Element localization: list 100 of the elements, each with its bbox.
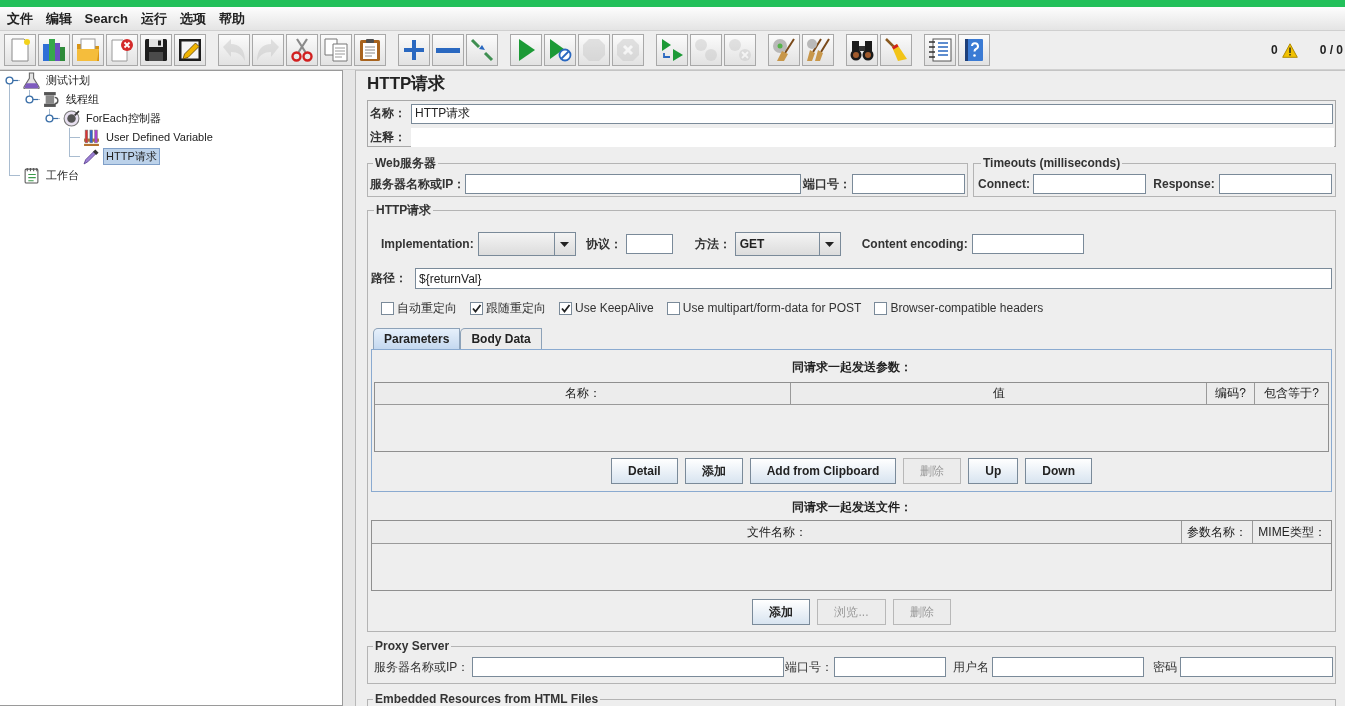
menu-item[interactable]: 选项 <box>173 8 213 29</box>
toolbar-button[interactable] <box>924 34 956 66</box>
toolbar-button[interactable] <box>802 34 834 66</box>
tree-node[interactable]: 工作台 <box>43 167 82 184</box>
connect-field[interactable] <box>1033 174 1147 194</box>
action-button[interactable]: Up <box>968 458 1019 484</box>
brooms-icon <box>806 38 830 62</box>
path-field[interactable]: ${returnVal} <box>415 268 1332 289</box>
page-icon <box>8 38 32 62</box>
response-field[interactable] <box>1218 174 1332 194</box>
caret-icon <box>825 241 835 247</box>
circles-icon <box>694 38 718 62</box>
field-label: 注释： <box>370 129 407 146</box>
dropper-icon <box>83 148 100 165</box>
panel-title: HTTP请求 <box>367 73 447 95</box>
protocol-field[interactable] <box>625 234 673 254</box>
tree-node[interactable]: 线程组 <box>63 91 102 108</box>
encoding-field[interactable] <box>971 234 1084 254</box>
field-label: Response: <box>1153 177 1215 191</box>
column-header: 编码? <box>1207 383 1255 405</box>
page-close-icon <box>110 38 134 62</box>
checkbox[interactable] <box>470 301 483 315</box>
toolbar-button[interactable] <box>354 34 386 66</box>
clipboard-icon <box>358 38 382 62</box>
caret-icon <box>560 241 570 247</box>
disc-icon <box>63 110 80 127</box>
method-dropdown[interactable]: GET <box>734 232 841 256</box>
notepad-pencil-icon <box>178 38 202 62</box>
scissors-icon <box>290 38 314 62</box>
action-button[interactable]: 添加 <box>684 458 743 484</box>
binoculars-icon <box>850 38 874 62</box>
menu-item[interactable]: 编辑 <box>39 8 78 29</box>
toolbar-button[interactable] <box>846 34 878 66</box>
checkbox-label: Use KeepAlive <box>575 301 654 315</box>
tree-node[interactable]: HTTP请求 <box>103 148 160 165</box>
proxy-field[interactable] <box>472 657 784 677</box>
menu-item[interactable]: 文件 <box>0 8 39 29</box>
action-button[interactable]: Add from Clipboard <box>749 458 897 484</box>
name-field[interactable]: HTTP请求 <box>411 103 1333 124</box>
column-header: 名称： <box>375 383 791 405</box>
field-label: 方法： <box>694 235 731 253</box>
action-button[interactable]: 添加 <box>752 599 811 625</box>
field-label: 密码 <box>1153 658 1177 676</box>
menu-item[interactable]: 帮助 <box>212 8 252 29</box>
disc-broom-icon <box>772 38 796 62</box>
tree-node[interactable]: ForEach控制器 <box>83 110 164 127</box>
group-title: Web服务器 <box>374 156 438 170</box>
field-label: 名称： <box>370 105 407 122</box>
proxy-field[interactable] <box>992 657 1144 677</box>
table-caption: 同请求一起发送文件： <box>790 499 913 515</box>
circles-x-icon <box>728 38 752 62</box>
redo-icon <box>256 38 280 62</box>
group-title: HTTP请求 <box>375 203 433 217</box>
checkbox[interactable] <box>666 301 680 315</box>
droppers-icon <box>470 38 494 62</box>
field-label: 服务器名称或IP： <box>374 658 470 676</box>
action-button[interactable]: Down <box>1025 458 1092 484</box>
warning-icon <box>1281 42 1298 58</box>
play-slash-icon <box>548 38 572 62</box>
implementation-dropdown[interactable] <box>477 232 576 256</box>
flask-icon <box>23 72 40 89</box>
checkbox[interactable] <box>381 301 394 315</box>
list-icon <box>928 38 952 62</box>
menu-item[interactable]: 运行 <box>134 8 174 29</box>
warning-count: 0 <box>1270 43 1278 57</box>
proxy-field[interactable] <box>1180 657 1333 677</box>
copy-icon <box>324 38 348 62</box>
notepad-icon <box>23 167 40 184</box>
column-header: 文件名称： <box>372 521 1182 544</box>
server-field[interactable] <box>465 174 801 194</box>
toolbar-button[interactable] <box>174 34 206 66</box>
help-book-icon <box>962 38 986 62</box>
checkbox[interactable] <box>874 301 888 315</box>
checkbox[interactable] <box>559 301 572 315</box>
tree-node[interactable]: User Defined Variable <box>103 129 216 146</box>
expand-handle-icon[interactable] <box>5 76 18 85</box>
thread-count: 0 / 0 <box>1319 43 1343 57</box>
proxy-field[interactable] <box>834 657 946 677</box>
toolbar-button[interactable] <box>958 34 990 66</box>
field-label: Implementation: <box>381 237 474 251</box>
spool-icon <box>43 91 60 108</box>
tree-node[interactable]: 测试计划 <box>43 72 93 89</box>
expand-handle-icon[interactable] <box>25 95 38 104</box>
field-label: 端口号： <box>803 175 851 193</box>
field-label: 协议： <box>585 235 622 253</box>
toolbar-button[interactable] <box>140 34 172 66</box>
expand-handle-icon[interactable] <box>45 114 58 123</box>
action-button[interactable]: Detail <box>611 458 678 484</box>
minus-icon <box>436 47 460 53</box>
table-caption: 同请求一起发送参数： <box>790 359 913 375</box>
group-title: Timeouts (milliseconds) <box>982 156 1122 170</box>
checkbox-label: 自动重定向 <box>397 299 457 317</box>
field-label: 路径： <box>371 270 408 287</box>
field-label: 用户名 <box>953 658 989 676</box>
port-field[interactable] <box>852 174 965 194</box>
tab[interactable]: Parameters <box>373 328 461 349</box>
comment-field[interactable] <box>411 128 1334 147</box>
broom-icon <box>884 38 908 62</box>
tab[interactable]: Body Data <box>460 328 542 349</box>
menu-item[interactable]: Search <box>78 8 135 29</box>
